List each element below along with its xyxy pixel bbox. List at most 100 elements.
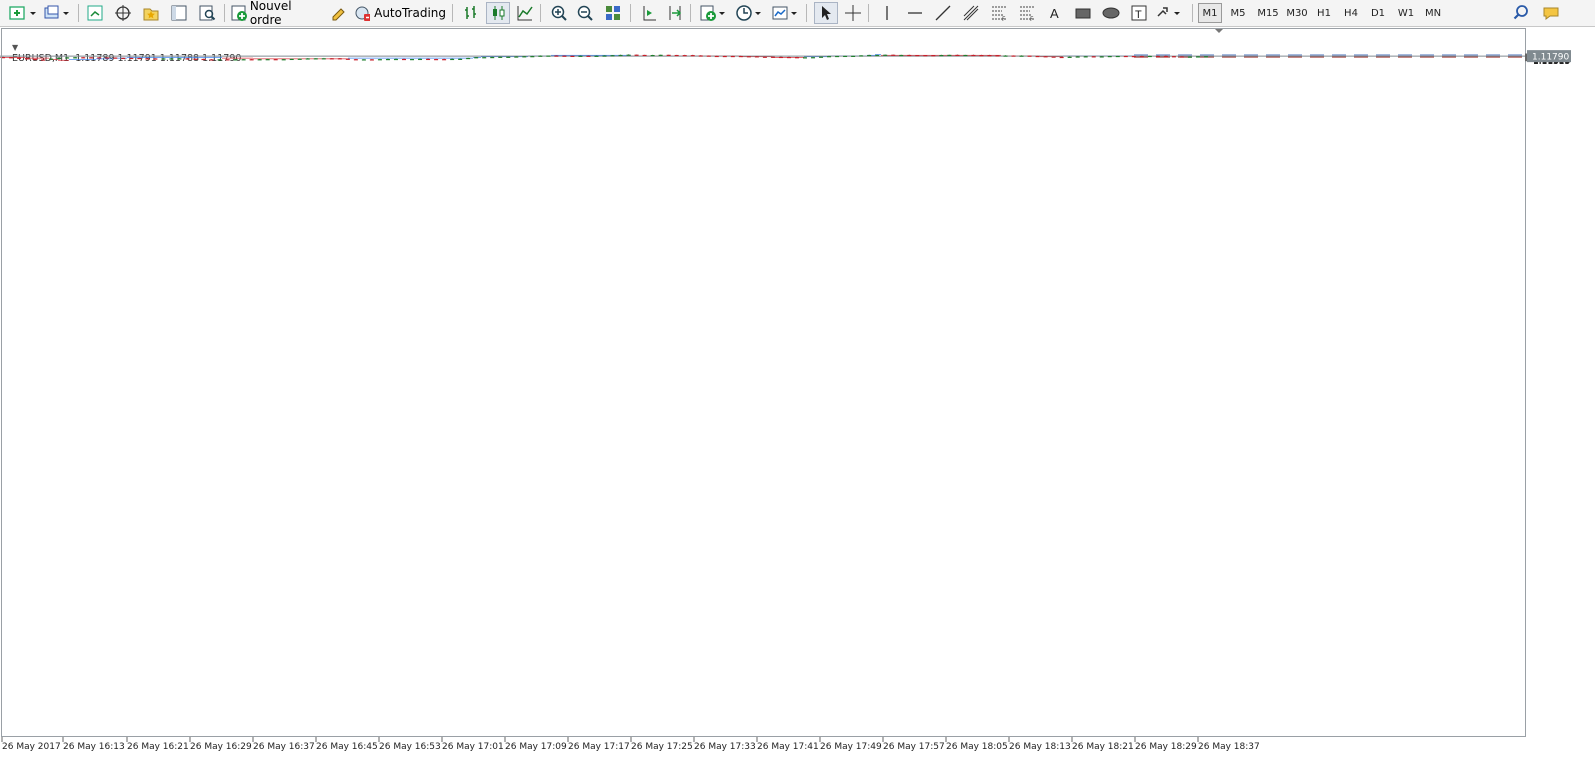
terminal-button[interactable]	[168, 2, 190, 24]
candle	[714, 55, 719, 58]
vertical-line-button[interactable]	[876, 2, 898, 24]
candle-body	[939, 55, 944, 57]
candle	[562, 55, 567, 57]
timeframe-m5[interactable]: M5	[1226, 3, 1250, 23]
timeframe-h1[interactable]: H1	[1312, 3, 1336, 23]
candle-body	[1051, 56, 1056, 58]
candle	[915, 54, 920, 57]
timeframe-w1[interactable]: W1	[1394, 3, 1418, 23]
candle	[746, 56, 751, 58]
rectangle-tool-button[interactable]	[1072, 2, 1094, 24]
timeframe-m15[interactable]: M15	[1254, 3, 1282, 23]
candle-body	[1131, 56, 1136, 58]
autotrading-button[interactable]: AutoTrading	[354, 2, 446, 24]
candle	[891, 54, 896, 56]
time-tick-label: 26 May 16:29	[190, 742, 252, 752]
timeframe-h4[interactable]: H4	[1339, 3, 1363, 23]
candle	[361, 59, 366, 61]
candle-body	[73, 57, 78, 59]
horizontal-line-button[interactable]	[904, 2, 926, 24]
fibonacci-fan-button[interactable]: F	[1016, 2, 1038, 24]
candle	[514, 56, 519, 58]
chat-bubble-icon	[1543, 7, 1559, 20]
text-label-button[interactable]: T	[1128, 2, 1150, 24]
price-chart[interactable]: 1.118801.118651.118501.118351.118201.118…	[0, 28, 1595, 771]
bar-chart-button[interactable]	[460, 2, 482, 24]
market-watch-button[interactable]	[84, 2, 106, 24]
candle-body	[1187, 56, 1192, 58]
new-order-button[interactable]: Nouvel ordre	[230, 0, 322, 27]
candle	[1115, 55, 1120, 58]
zoom-in-button[interactable]	[548, 2, 570, 24]
auto-scroll-button[interactable]	[664, 2, 686, 24]
timeframe-d1[interactable]: D1	[1366, 3, 1390, 23]
profiles-button[interactable]	[42, 2, 72, 24]
periods-button[interactable]	[734, 2, 764, 24]
time-tick-label: 26 May 16:21	[127, 742, 189, 752]
favorites-button[interactable]	[140, 2, 162, 24]
candle-body	[217, 59, 222, 61]
candle	[1019, 55, 1024, 57]
candle	[738, 55, 743, 58]
trendline-button[interactable]	[932, 2, 954, 24]
ellipse-tool-button[interactable]	[1100, 2, 1122, 24]
candle	[73, 56, 78, 59]
zoom-out-button[interactable]	[574, 2, 596, 24]
renko-box-up	[127, 57, 222, 58]
candle	[377, 58, 382, 61]
clock-icon	[736, 5, 761, 21]
candle-body	[1067, 56, 1072, 58]
candle	[177, 58, 182, 60]
candle-body	[554, 55, 559, 57]
candle	[1083, 56, 1088, 58]
time-tick-label: 26 May 18:05	[946, 742, 1008, 752]
candle-body	[1075, 56, 1080, 58]
candle-body	[867, 54, 872, 57]
candle	[835, 55, 840, 58]
timeframe-m1[interactable]: M1	[1198, 3, 1222, 23]
navigator-button[interactable]	[112, 2, 134, 24]
candle	[1107, 55, 1112, 58]
candle-body	[899, 54, 904, 57]
indicators-button[interactable]	[698, 2, 728, 24]
candle-body	[907, 54, 912, 57]
candle-body	[770, 56, 775, 58]
candlestick-chart-button[interactable]	[486, 2, 510, 24]
tile-windows-button[interactable]	[602, 2, 624, 24]
candle-body	[506, 56, 511, 58]
cursor-button[interactable]	[814, 2, 838, 24]
fibonacci-retracement-button[interactable]: F	[988, 2, 1010, 24]
equidistant-channel-button[interactable]	[960, 2, 982, 24]
candle-body	[329, 58, 334, 60]
search-button[interactable]	[1510, 2, 1532, 24]
candle-body	[851, 55, 856, 57]
crosshair-button[interactable]	[842, 2, 864, 24]
templates-button[interactable]	[770, 2, 800, 24]
autotrading-label: AutoTrading	[374, 6, 446, 20]
candle-body	[450, 58, 455, 61]
metaeditor-button[interactable]	[328, 2, 350, 24]
candle	[843, 55, 848, 58]
candle	[955, 54, 960, 57]
candle	[41, 59, 46, 61]
chart-shift-button[interactable]	[638, 2, 660, 24]
candle-body	[1147, 55, 1152, 58]
chat-button[interactable]	[1540, 2, 1562, 24]
candle-body	[289, 58, 294, 61]
candle	[1171, 56, 1176, 58]
candle	[883, 54, 888, 56]
candle	[153, 58, 158, 60]
candle-body	[538, 55, 543, 57]
candle	[193, 58, 198, 60]
strategy-tester-button[interactable]	[196, 2, 218, 24]
candle-body	[730, 55, 735, 58]
line-chart-button[interactable]	[514, 2, 536, 24]
candle	[313, 58, 318, 60]
candle-body	[89, 57, 94, 59]
timeframe-mn[interactable]: MN	[1420, 3, 1446, 23]
text-tool-button[interactable]: A	[1044, 2, 1066, 24]
arrows-button[interactable]	[1154, 2, 1184, 24]
candle-body	[650, 55, 655, 57]
timeframe-m30[interactable]: M30	[1285, 3, 1309, 23]
new-chart-button[interactable]	[6, 2, 40, 24]
